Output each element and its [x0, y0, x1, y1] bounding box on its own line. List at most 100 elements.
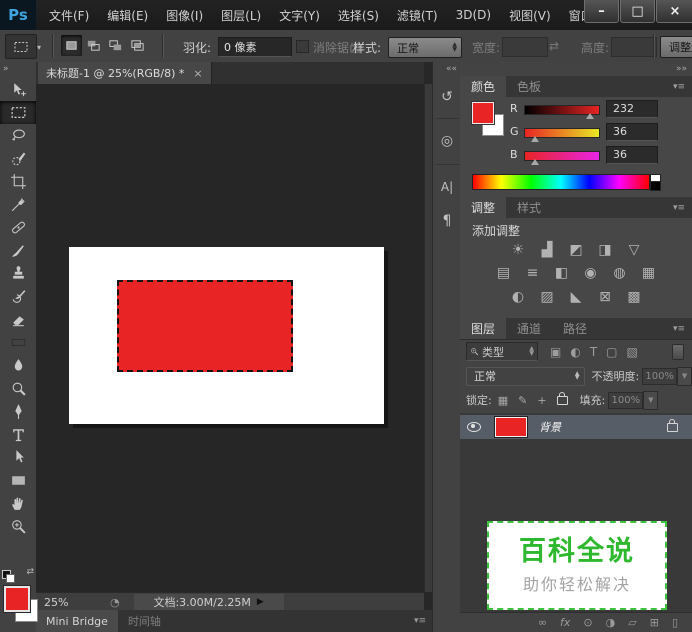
shape-tool[interactable]: [0, 469, 36, 492]
opacity-caret-icon[interactable]: ▼: [677, 367, 692, 386]
layer-visibility-eye-icon[interactable]: [467, 422, 481, 432]
eraser-tool[interactable]: [0, 308, 36, 331]
default-colors-widget[interactable]: ⇄: [2, 567, 34, 581]
paragraph-panel-icon[interactable]: ¶: [435, 208, 459, 234]
green-value-input[interactable]: 36: [606, 123, 658, 141]
blue-slider-thumb[interactable]: [531, 159, 539, 165]
layer-thumbnail[interactable]: [495, 417, 527, 437]
tool-preset-button[interactable]: [5, 34, 37, 59]
menu-item[interactable]: 选择(S): [329, 7, 388, 24]
close-button[interactable]: ×: [656, 0, 692, 23]
menu-item[interactable]: 图层(L): [212, 7, 270, 24]
panel-menu-icon[interactable]: ▾≡: [673, 203, 685, 213]
hand-tool[interactable]: [0, 492, 36, 515]
character-panel-icon[interactable]: A|: [435, 174, 459, 200]
maximize-button[interactable]: □: [620, 0, 655, 23]
tab-layers[interactable]: 图层: [460, 318, 506, 339]
foreground-color-swatch[interactable]: [4, 586, 30, 612]
add-to-selection-button[interactable]: [83, 35, 104, 56]
layer-mask-icon[interactable]: ⊙: [583, 616, 592, 629]
hue-saturation-icon[interactable]: ▤: [495, 266, 513, 281]
move-tool[interactable]: [0, 78, 36, 101]
menu-item[interactable]: 文件(F): [40, 7, 98, 24]
blend-mode-dropdown[interactable]: 正常 ▲▼: [466, 367, 585, 386]
width-input[interactable]: [502, 37, 548, 57]
document-canvas[interactable]: [69, 247, 384, 424]
tab-channels[interactable]: 通道: [506, 318, 552, 339]
marquee-selection[interactable]: [117, 280, 293, 372]
exposure-icon[interactable]: ◨: [596, 243, 614, 258]
tab-paths[interactable]: 路径: [552, 318, 598, 339]
spot-healing-brush-tool[interactable]: [0, 216, 36, 239]
photo-filter-icon[interactable]: ◉: [582, 266, 600, 281]
minimize-button[interactable]: –: [584, 0, 619, 23]
collapse-tools-icon[interactable]: »: [3, 64, 9, 74]
lock-position-icon[interactable]: +: [537, 394, 546, 407]
color-balance-icon[interactable]: ≡: [524, 266, 542, 281]
posterize-icon[interactable]: ▨: [538, 290, 556, 305]
brightness-contrast-icon[interactable]: ☀: [509, 243, 527, 258]
filter-pixel-layers-icon[interactable]: ▣: [550, 345, 561, 359]
properties-panel-icon[interactable]: ◎: [435, 128, 459, 154]
fill-value[interactable]: 100%: [608, 392, 643, 409]
curves-icon[interactable]: ◩: [567, 243, 585, 258]
red-slider-thumb[interactable]: [586, 113, 594, 119]
panel-menu-icon[interactable]: ▾≡: [414, 616, 426, 626]
gradient-map-icon[interactable]: ▩: [625, 290, 643, 305]
filtering-toggle[interactable]: [672, 344, 684, 360]
lasso-tool[interactable]: [0, 124, 36, 147]
layer-name[interactable]: 背景: [539, 419, 561, 435]
fill-caret-icon[interactable]: ▼: [643, 391, 658, 410]
layer-row-background[interactable]: 背景: [460, 415, 692, 439]
menu-item[interactable]: 文字(Y): [270, 7, 329, 24]
blur-tool[interactable]: [0, 354, 36, 377]
link-layers-icon[interactable]: ∞: [538, 616, 547, 629]
pen-tool[interactable]: [0, 400, 36, 423]
green-slider-thumb[interactable]: [531, 136, 539, 142]
clone-stamp-tool[interactable]: [0, 262, 36, 285]
default-colors-icon[interactable]: [2, 570, 11, 579]
quick-selection-tool[interactable]: [0, 147, 36, 170]
lock-image-pixels-icon[interactable]: ✎: [518, 394, 527, 407]
crop-tool[interactable]: [0, 170, 36, 193]
swap-colors-icon[interactable]: ⇄: [26, 567, 34, 581]
filter-type-layers-icon[interactable]: T: [590, 345, 597, 359]
swap-dimensions-icon[interactable]: ⇄: [549, 39, 559, 53]
tab-styles[interactable]: 样式: [506, 197, 552, 218]
path-selection-tool[interactable]: [0, 446, 36, 469]
gradient-tool[interactable]: [0, 331, 36, 354]
layer-style-icon[interactable]: fx: [560, 616, 570, 629]
menu-item[interactable]: 图像(I): [157, 7, 212, 24]
menu-item[interactable]: 滤镜(T): [388, 7, 447, 24]
refine-edge-button[interactable]: 调整边缘: [660, 36, 692, 58]
lock-all-icon[interactable]: [557, 396, 568, 405]
panel-menu-icon[interactable]: ▾≡: [673, 82, 685, 92]
rectangular-marquee-tool[interactable]: [0, 101, 36, 124]
tab-timeline[interactable]: 时间轴: [118, 610, 171, 632]
panel-menu-icon[interactable]: ▾≡: [673, 324, 685, 334]
canvas-area[interactable]: [36, 84, 424, 592]
subtract-from-selection-button[interactable]: [105, 35, 126, 56]
red-value-input[interactable]: 232: [606, 100, 658, 118]
tab-swatches[interactable]: 色板: [506, 76, 552, 97]
eyedropper-tool[interactable]: [0, 193, 36, 216]
opacity-value[interactable]: 100%: [642, 368, 677, 385]
adjustment-layer-icon[interactable]: ◑: [606, 616, 616, 629]
document-info[interactable]: 文档:3.00M/2.25M ▶: [134, 594, 284, 610]
levels-icon[interactable]: ▟: [538, 243, 556, 258]
collapse-dock-icon[interactable]: ««: [446, 64, 457, 74]
threshold-icon[interactable]: ◣: [567, 290, 585, 305]
zoom-tool[interactable]: [0, 515, 36, 538]
color-lookup-icon[interactable]: ▦: [640, 266, 658, 281]
history-panel-icon[interactable]: ↺: [435, 84, 459, 110]
tab-close-icon[interactable]: ×: [193, 67, 202, 80]
intersect-selection-button[interactable]: [127, 35, 148, 56]
filter-smart-objects-icon[interactable]: ▧: [627, 345, 638, 359]
blue-value-input[interactable]: 36: [606, 146, 658, 164]
zoom-level-field[interactable]: 25%: [44, 596, 92, 609]
antialias-checkbox[interactable]: [296, 40, 309, 53]
filter-adjustment-layers-icon[interactable]: ◐: [570, 345, 580, 359]
dodge-tool[interactable]: [0, 377, 36, 400]
expand-panels-icon[interactable]: »»: [676, 64, 687, 74]
black-white-icon[interactable]: ◧: [553, 266, 571, 281]
